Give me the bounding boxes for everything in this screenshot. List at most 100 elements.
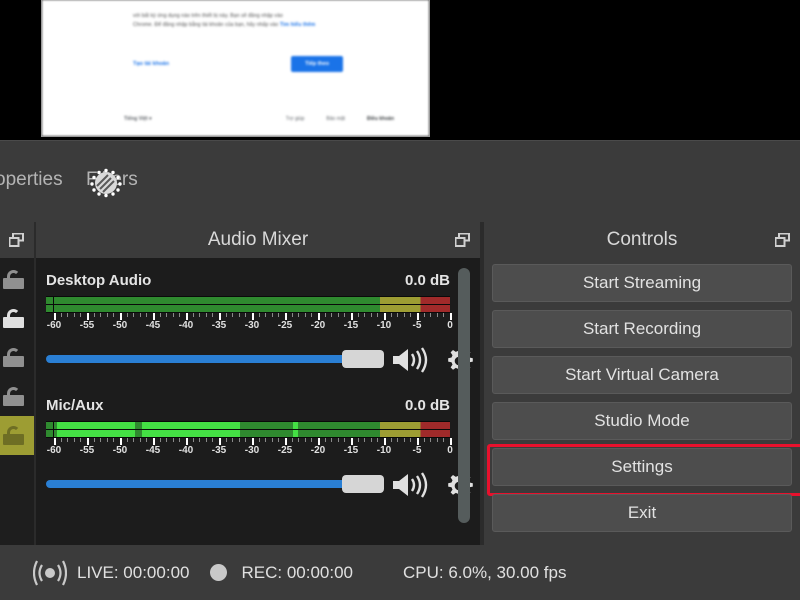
filters-icon[interactable] [88,168,124,198]
exit-button[interactable]: Exit [492,494,792,532]
meter-tick-minor [133,438,134,442]
help-link[interactable]: Trợ giúp [286,116,305,122]
meter-tick-minor [371,313,372,317]
meter-tick-minor [61,313,62,317]
meter-active-top [57,422,135,429]
language-label: Tiếng Việt [124,116,148,122]
meter-tick-minor [377,438,378,442]
meter-tick-minor [292,313,293,317]
meter-tick-minor [278,438,279,442]
meter-tick-minor [206,438,207,442]
source-item-2[interactable] [0,299,34,338]
meter-tick-label: -60 [47,445,61,456]
meter-tick-label: -25 [278,320,292,331]
privacy-link[interactable]: Bảo mật [326,116,345,122]
meter-tick-minor [278,313,279,317]
source-item-3[interactable] [0,338,34,377]
meter-tick-major [384,313,386,320]
volume-slider-row [46,342,450,376]
meter-tick-minor [199,313,200,317]
obs-window: với bất kỳ ứng dụng nào trên thiết bị nà… [0,0,800,600]
audio-mixer-scrollbar[interactable] [458,268,470,523]
audio-mixer-dock: Audio Mixer Desktop Audio 0.0 dB [36,222,480,545]
meter-tick-label: -30 [245,320,259,331]
lock-icon[interactable] [3,270,24,289]
meter-tick-minor [311,438,312,442]
meter-tick-minor [245,313,246,317]
volume-slider-handle[interactable] [342,350,384,368]
meter-tick-minor [160,438,161,442]
meter-tick-minor [437,438,438,442]
source-item-1[interactable] [0,260,34,299]
lock-icon[interactable] [3,387,24,406]
meter-tick-minor [80,313,81,317]
source-item-4[interactable] [0,377,34,416]
controls-button-list: Start Streaming Start Recording Start Vi… [484,258,800,532]
meter-tick-minor [127,313,128,317]
properties-button[interactable]: Properties [0,169,63,191]
track-db-value[interactable]: 0.0 dB [405,272,450,289]
track-db-value[interactable]: 0.0 dB [405,397,450,414]
lock-icon[interactable] [3,348,24,367]
meter-tick-major [417,313,419,320]
start-virtual-camera-button[interactable]: Start Virtual Camera [492,356,792,394]
meter-tick-minor [331,438,332,442]
settings-button[interactable]: Settings [492,448,792,486]
meter-tick-major [54,438,56,445]
meter-tick-minor [391,438,392,442]
preview-canvas[interactable]: với bất kỳ ứng dụng nào trên thiết bị nà… [41,0,430,137]
meter-tick-minor [358,438,359,442]
speaker-icon[interactable] [391,472,433,498]
volume-slider-row [46,467,450,501]
footer-links: Trợ giúp Bảo mật Điều khoản [286,116,394,122]
signin-card: với bất kỳ ứng dụng nào trên thiết bị nà… [130,4,346,105]
exit-label: Exit [628,503,656,523]
lock-icon[interactable] [3,309,24,328]
meter-tick-major [450,438,452,445]
controls-title: Controls [607,229,678,251]
popout-icon[interactable] [775,233,790,247]
meter-tick-minor [338,438,339,442]
start-streaming-button[interactable]: Start Streaming [492,264,792,302]
meter-tick-label: -35 [212,445,226,456]
lock-icon[interactable] [3,426,24,445]
meter-cap-bottom [46,430,53,437]
meter-cap-top [46,297,53,304]
chevron-down-icon: ▾ [149,116,152,122]
studio-mode-button[interactable]: Studio Mode [492,402,792,440]
meter-tick-label: -55 [80,445,94,456]
meter-tick-minor [338,313,339,317]
speaker-icon[interactable] [391,347,433,373]
settings-label: Settings [611,457,672,477]
next-button[interactable]: Tiếp theo [291,56,343,72]
meter-tick-minor [424,313,425,317]
popout-icon[interactable] [455,233,470,247]
meter-tick-label: -60 [47,320,61,331]
broadcast-icon [33,560,67,586]
meter-tick-minor [430,313,431,317]
popout-icon[interactable] [9,233,24,247]
learn-more-link[interactable]: Tìm hiểu thêm [280,22,316,28]
terms-link[interactable]: Điều khoản [367,116,394,122]
start-recording-button[interactable]: Start Recording [492,310,792,348]
volume-slider[interactable] [46,355,346,363]
sources-list[interactable] [0,258,34,545]
live-timer: LIVE: 00:00:00 [77,563,189,583]
meter-tick-minor [193,438,194,442]
start-recording-label: Start Recording [583,319,701,339]
volume-slider-handle[interactable] [342,475,384,493]
meter-tick-major [285,313,287,320]
meter-tick-minor [272,313,273,317]
meter-tick-label: -45 [146,445,160,456]
volume-slider[interactable] [46,480,346,488]
meter-tick-minor [67,313,68,317]
meter-tick-minor [232,438,233,442]
meter-tick-minor [239,313,240,317]
meter-tick-major [186,313,188,320]
language-selector[interactable]: Tiếng Việt ▾ [124,116,152,122]
create-account-link[interactable]: Tạo tài khoản [133,61,169,67]
meter-peak-bottom [293,430,298,437]
meter-tick-minor [298,313,299,317]
meter-tick-minor [259,313,260,317]
source-item-5-selected[interactable] [0,416,34,455]
